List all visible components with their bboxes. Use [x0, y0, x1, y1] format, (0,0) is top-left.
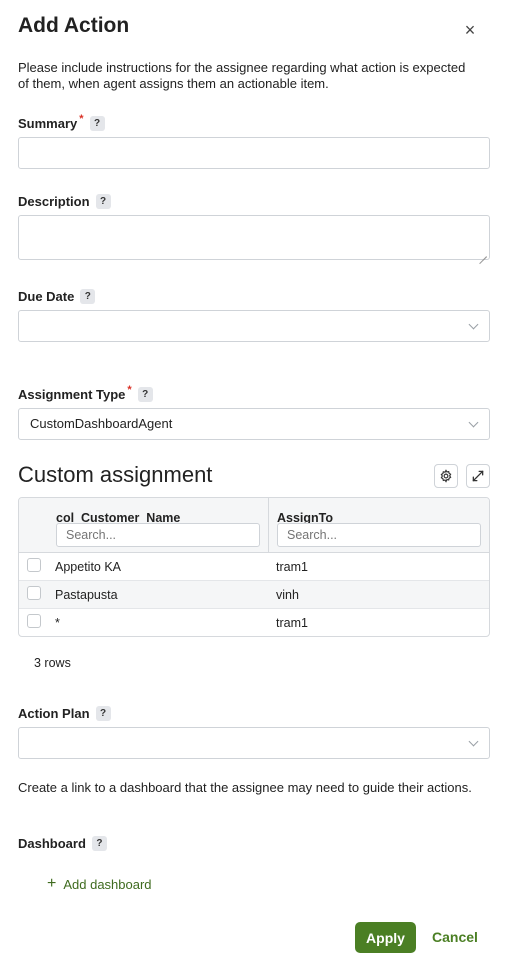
customer-name-cell: Pastapusta	[55, 588, 118, 602]
due-date-label: Due Date ?	[18, 289, 96, 304]
required-marker: *	[79, 112, 84, 125]
customer-name-cell: Appetito KA	[55, 560, 122, 574]
grid-expand-button[interactable]	[466, 464, 490, 488]
customer-name-search-input[interactable]	[56, 523, 260, 547]
assign-to-search-input[interactable]	[277, 523, 481, 547]
assignment-type-value: CustomDashboardAgent	[30, 416, 173, 431]
apply-button[interactable]: Apply	[355, 922, 416, 953]
chevron-down-icon	[468, 319, 479, 330]
expand-icon	[472, 470, 484, 482]
resize-handle-icon[interactable]	[479, 249, 487, 257]
grid-header: col_Customer_Name AssignTo	[19, 498, 489, 553]
assign-to-cell: vinh	[276, 588, 299, 602]
table-row[interactable]: Pastapusta vinh	[19, 581, 489, 609]
customer-name-cell: *	[55, 616, 60, 630]
row-checkbox[interactable]	[27, 558, 41, 572]
help-icon[interactable]: ?	[137, 387, 153, 402]
dashboard-intro: Create a link to a dashboard that the as…	[18, 780, 472, 795]
column-divider[interactable]	[268, 498, 269, 553]
chevron-down-icon	[468, 417, 479, 428]
assign-to-cell: tram1	[276, 560, 308, 574]
assignment-type-label: Assignment Type * ?	[18, 383, 153, 402]
custom-assignment-grid: col_Customer_Name AssignTo Appetito KA t…	[18, 497, 490, 637]
assignment-type-select[interactable]: CustomDashboardAgent	[18, 408, 490, 440]
description-textarea[interactable]	[18, 215, 490, 260]
help-icon[interactable]: ?	[95, 194, 111, 209]
help-icon[interactable]: ?	[91, 836, 107, 851]
summary-input[interactable]	[18, 137, 490, 169]
add-dashboard-button[interactable]: + Add dashboard	[47, 876, 152, 892]
table-row[interactable]: Appetito KA tram1	[19, 553, 489, 581]
action-plan-select[interactable]	[18, 727, 490, 759]
description-label: Description ?	[18, 194, 111, 209]
required-marker: *	[127, 383, 132, 396]
due-date-select[interactable]	[18, 310, 490, 342]
plus-icon: +	[47, 875, 57, 892]
help-icon[interactable]: ?	[95, 706, 111, 721]
custom-assignment-title: Custom assignment	[18, 462, 213, 487]
dashboard-label: Dashboard ?	[18, 836, 107, 851]
help-icon[interactable]: ?	[80, 289, 96, 304]
row-checkbox[interactable]	[27, 586, 41, 600]
assign-to-cell: tram1	[276, 616, 308, 630]
cancel-button[interactable]: Cancel	[426, 922, 484, 953]
close-icon[interactable]: ×	[460, 20, 480, 40]
grid-settings-button[interactable]	[434, 464, 458, 488]
chevron-down-icon	[468, 736, 479, 747]
gear-icon	[440, 469, 452, 483]
row-count: 3 rows	[34, 656, 71, 670]
summary-label: Summary * ?	[18, 112, 105, 131]
dialog-intro: Please include instructions for the assi…	[18, 60, 466, 91]
row-checkbox[interactable]	[27, 614, 41, 628]
table-row[interactable]: * tram1	[19, 609, 489, 636]
dialog-title: Add Action	[18, 14, 130, 37]
help-icon[interactable]: ?	[89, 116, 105, 131]
action-plan-label: Action Plan ?	[18, 706, 111, 721]
